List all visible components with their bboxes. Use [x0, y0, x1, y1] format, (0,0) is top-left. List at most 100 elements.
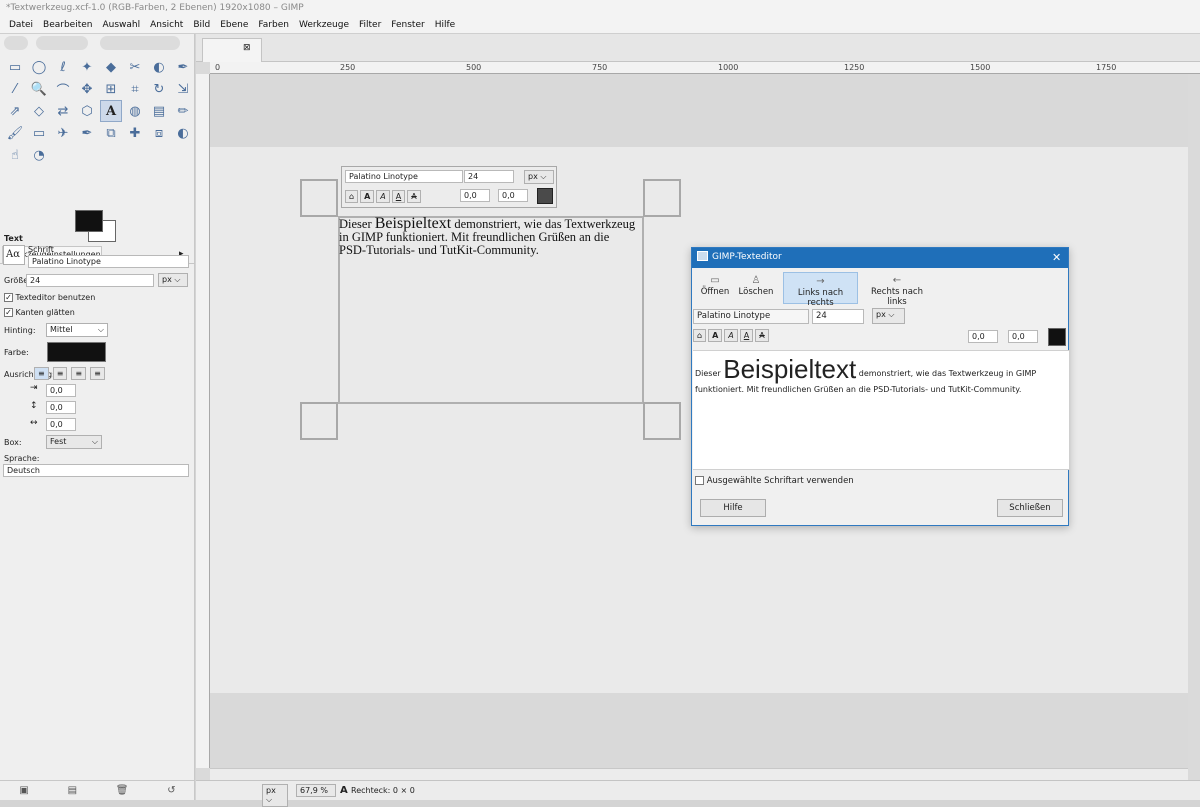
use-editor-checkbox[interactable]: ✓: [4, 293, 13, 302]
perspective-icon[interactable]: ◇: [28, 100, 50, 122]
justify-right-button[interactable]: ≡: [52, 367, 68, 380]
pencil-icon[interactable]: ✏: [172, 100, 194, 122]
ink-icon[interactable]: ✒: [76, 122, 98, 144]
font-input[interactable]: Palatino Linotype: [28, 255, 189, 268]
use-font-checkbox[interactable]: [695, 476, 704, 485]
measure-icon[interactable]: ⌒: [52, 78, 74, 100]
fuzzy-select-icon[interactable]: ✦: [76, 56, 98, 78]
close-tab-icon[interactable]: ⊠: [243, 43, 251, 53]
crop-icon[interactable]: ⌗: [124, 78, 146, 100]
justify-center-button[interactable]: ≡: [71, 367, 87, 380]
letter-spacing-input[interactable]: 0,0: [46, 418, 76, 431]
justify-fill-button[interactable]: ≡: [90, 367, 105, 380]
menu-farben[interactable]: Farben: [253, 18, 294, 33]
canvas-text-layer[interactable]: Dieser Beispieltext demonstriert, wie da…: [339, 216, 639, 257]
dialog-strikethrough-button[interactable]: A: [755, 329, 769, 342]
paintbrush-icon[interactable]: 🖌: [4, 122, 26, 144]
menu-ebene[interactable]: Ebene: [215, 18, 253, 33]
resize-handle-top-right[interactable]: [643, 179, 681, 217]
foreground-select-icon[interactable]: ◐: [148, 56, 170, 78]
shear-icon[interactable]: ⇗: [4, 100, 26, 122]
cage-icon[interactable]: ⬡: [76, 100, 98, 122]
move-icon[interactable]: ✥: [76, 78, 98, 100]
floating-color-button[interactable]: [537, 188, 553, 204]
color-picker-icon[interactable]: ⁄: [4, 78, 26, 100]
close-icon[interactable]: ✕: [1052, 251, 1061, 264]
ellipse-select-icon[interactable]: ◯: [28, 56, 50, 78]
menu-bild[interactable]: Bild: [188, 18, 215, 33]
floating-baseline-input[interactable]: 0,0: [460, 189, 490, 202]
floating-size-input[interactable]: 24: [464, 170, 514, 183]
indent-input[interactable]: 0,0: [46, 384, 76, 397]
bucket-fill-icon[interactable]: ◍: [124, 100, 146, 122]
scale-icon[interactable]: ⇲: [172, 78, 194, 100]
blur-icon[interactable]: ◐: [172, 122, 194, 144]
strikethrough-button[interactable]: A: [407, 190, 421, 203]
antialias-row[interactable]: ✓ Kanten glätten: [4, 308, 75, 317]
clear-style-icon[interactable]: ⌂: [345, 190, 359, 203]
close-button[interactable]: Schließen: [997, 499, 1063, 517]
hinting-select[interactable]: Mittel ⌵: [46, 323, 108, 337]
open-button[interactable]: ▭ Öffnen: [696, 272, 734, 304]
rotate-icon[interactable]: ↻: [148, 78, 170, 100]
dialog-underline-button[interactable]: A: [739, 329, 754, 342]
text-icon[interactable]: A: [100, 100, 122, 122]
menu-filter[interactable]: Filter: [354, 18, 386, 33]
floating-kerning-input[interactable]: 0,0: [498, 189, 528, 202]
save-options-icon[interactable]: ▣: [19, 785, 28, 796]
heal-icon[interactable]: ✚: [124, 122, 146, 144]
dialog-baseline-input[interactable]: 0,0: [968, 330, 998, 343]
dialog-titlebar[interactable]: GIMP-Texteditor ✕: [692, 248, 1068, 268]
zoom-select[interactable]: 67,9 %: [296, 784, 336, 797]
resize-handle-top-left[interactable]: [300, 179, 338, 217]
floating-font-input[interactable]: Palatino Linotype: [345, 170, 463, 183]
horizontal-scrollbar[interactable]: [210, 768, 1188, 780]
antialias-checkbox[interactable]: ✓: [4, 308, 13, 317]
clone-icon[interactable]: ⧉: [100, 122, 122, 144]
clear-button[interactable]: ♙ Löschen: [736, 272, 776, 304]
resize-handle-bottom-left[interactable]: [300, 402, 338, 440]
scissors-icon[interactable]: ✂: [124, 56, 146, 78]
align-icon[interactable]: ⊞: [100, 78, 122, 100]
lasso-icon[interactable]: ℓ: [52, 56, 74, 78]
bold-button[interactable]: A: [360, 190, 375, 203]
color-select-icon[interactable]: ◆: [100, 56, 122, 78]
menu-auswahl[interactable]: Auswahl: [97, 18, 145, 33]
use-font-row[interactable]: Ausgewählte Schriftart verwenden: [695, 476, 854, 486]
help-button[interactable]: Hilfe: [700, 499, 766, 517]
line-spacing-input[interactable]: 0,0: [46, 401, 76, 414]
menu-bearbeiten[interactable]: Bearbeiten: [38, 18, 97, 33]
airbrush-icon[interactable]: ✈: [52, 122, 74, 144]
blend-icon[interactable]: ▤: [148, 100, 170, 122]
use-editor-row[interactable]: ✓ Texteditor benutzen: [4, 293, 95, 302]
box-select[interactable]: Fest ⌵: [46, 435, 102, 449]
size-input[interactable]: 24: [26, 274, 154, 287]
status-unit-select[interactable]: px ⌵: [262, 784, 288, 807]
dialog-bold-button[interactable]: A: [708, 329, 723, 342]
dialog-text-area[interactable]: Dieser Beispieltext demonstriert, wie da…: [693, 350, 1069, 470]
dialog-italic-button[interactable]: A: [724, 329, 738, 342]
dialog-font-input[interactable]: Palatino Linotype: [693, 309, 809, 324]
menu-datei[interactable]: Datei: [4, 18, 38, 33]
restore-options-icon[interactable]: ▤: [68, 785, 77, 796]
paths-icon[interactable]: ✒: [172, 56, 194, 78]
dodge-burn-icon[interactable]: ◔: [28, 144, 50, 166]
italic-button[interactable]: A: [376, 190, 390, 203]
font-preview-button[interactable]: Aα: [3, 245, 25, 265]
reset-options-icon[interactable]: ↺: [167, 785, 175, 796]
resize-handle-bottom-right[interactable]: [643, 402, 681, 440]
dialog-size-input[interactable]: 24: [812, 309, 864, 324]
floating-unit-select[interactable]: px ⌵: [524, 170, 554, 184]
image-tab[interactable]: ⊠: [202, 38, 262, 62]
menu-werkzeuge[interactable]: Werkzeuge: [294, 18, 354, 33]
menu-hilfe[interactable]: Hilfe: [430, 18, 460, 33]
perspective-clone-icon[interactable]: ⧈: [148, 122, 170, 144]
unit-select[interactable]: px ⌵: [158, 273, 188, 287]
menu-fenster[interactable]: Fenster: [386, 18, 429, 33]
vertical-ruler[interactable]: [196, 74, 210, 768]
underline-button[interactable]: A: [391, 190, 406, 203]
foreground-color-swatch-front[interactable]: [75, 210, 103, 232]
flip-icon[interactable]: ⇄: [52, 100, 74, 122]
zoom-icon[interactable]: 🔍: [28, 78, 50, 100]
dialog-clear-style-icon[interactable]: ⌂: [693, 329, 707, 342]
